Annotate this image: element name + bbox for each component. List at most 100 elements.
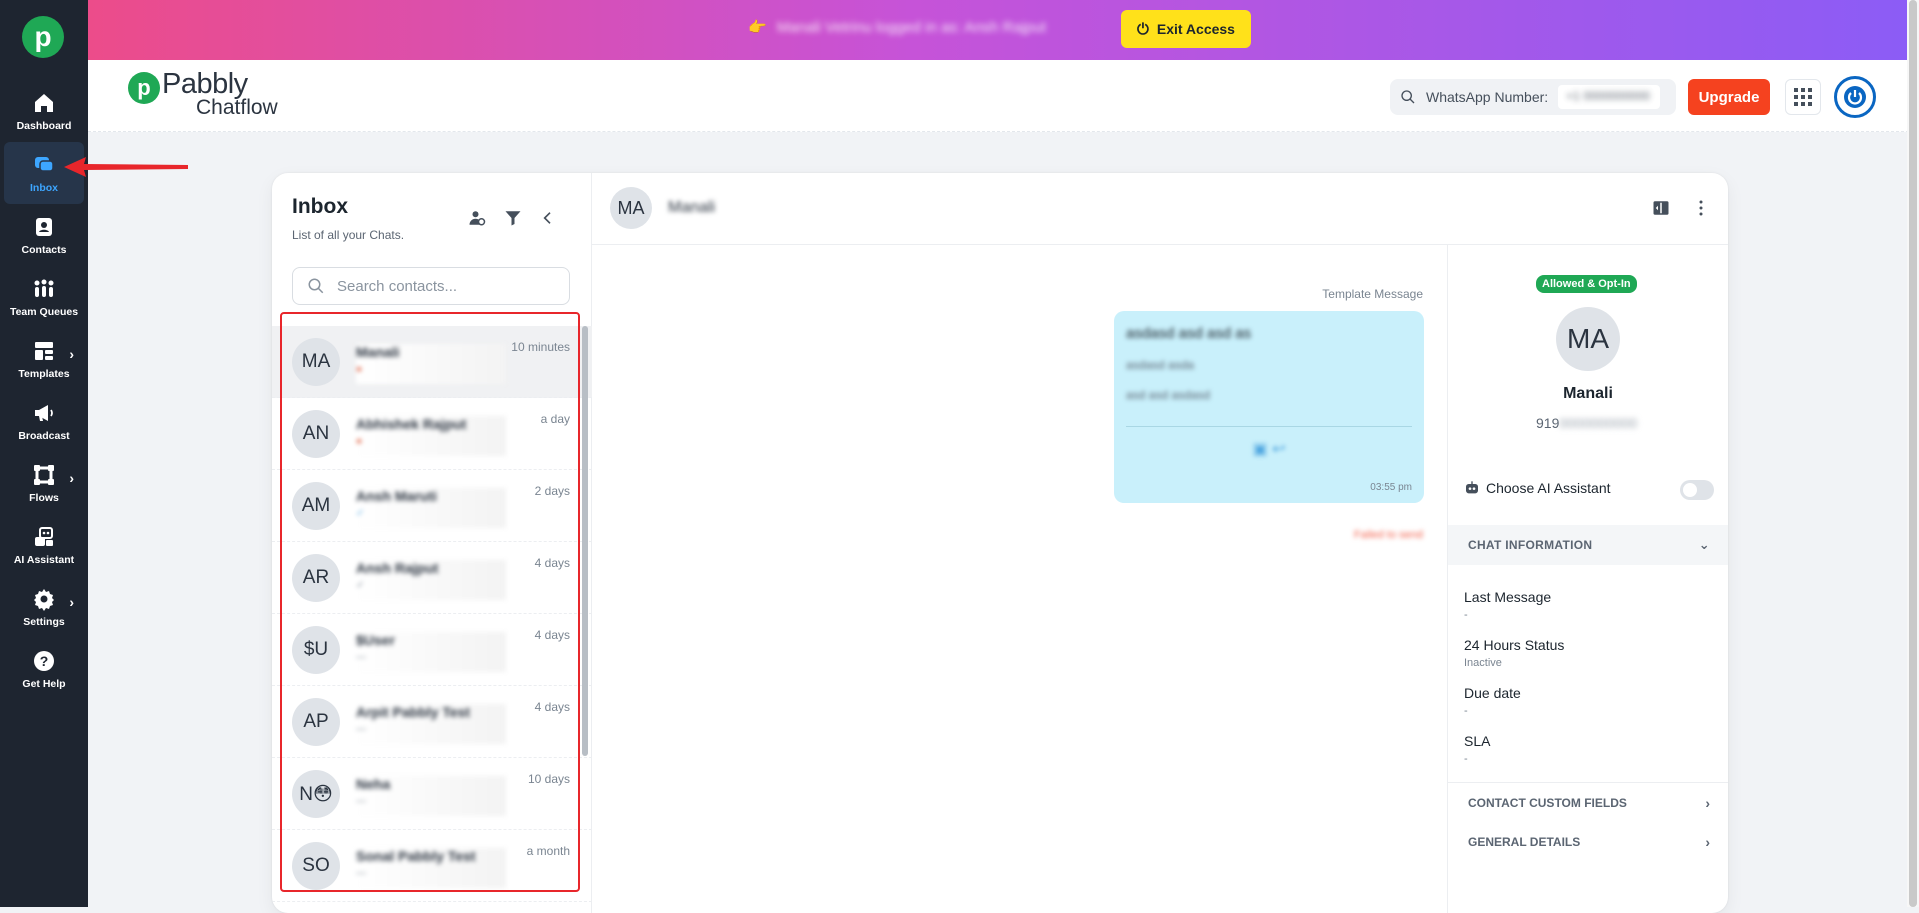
chat-information-header[interactable]: CHAT INFORMATION ⌄ [1448, 525, 1728, 565]
list-item[interactable]: AM Ansh Maruti ✓ 2 days [272, 470, 592, 542]
list-item[interactable]: SO Sonal Pabbly Test — a month [272, 830, 592, 902]
pabbly-logo-icon[interactable]: p [22, 16, 64, 58]
chat-name: $User [356, 632, 395, 648]
help-icon: ? [34, 650, 54, 671]
sidebar-item-label: Dashboard [16, 119, 72, 132]
sidebar-item-label: Flows [29, 491, 59, 504]
status-badge: Allowed & Opt-In [1536, 275, 1637, 293]
message-bubble[interactable]: asdasd asd asd as asdasd asda asd asd as… [1114, 311, 1424, 503]
assign-user-icon[interactable] [468, 209, 486, 227]
search-placeholder: Search contacts... [337, 277, 458, 295]
sidebar-item-broadcast[interactable]: Broadcast [0, 390, 88, 452]
chevron-right-icon: › [1705, 794, 1710, 811]
chat-preview: ✓ [356, 580, 365, 591]
inbox-subtitle: List of all your Chats. [292, 228, 405, 242]
list-item[interactable]: $U $User — 4 days [272, 614, 592, 686]
list-item[interactable]: AN Abhishek Rajput ● a day [272, 398, 592, 470]
upgrade-button[interactable]: Upgrade [1688, 79, 1770, 115]
chat-preview: ● [356, 436, 363, 447]
chat-header: MA Manali [592, 173, 1728, 245]
chat-name: Ansh Rajput [356, 560, 439, 576]
template-message-label: Template Message [1322, 287, 1423, 301]
gear-icon [34, 588, 54, 611]
inbox-card: Inbox List of all your Chats. Search con… [272, 173, 1728, 913]
impersonation-text: Manali Vetrinu logged in as: Ansh Rajput [776, 18, 1047, 36]
page-scrollbar[interactable] [1907, 0, 1919, 907]
inbox-panel: Inbox List of all your Chats. Search con… [272, 173, 592, 913]
filter-icon[interactable] [504, 209, 522, 227]
chat-preview: — [356, 796, 366, 807]
contact-custom-fields-header[interactable]: CONTACT CUSTOM FIELDS › [1448, 782, 1728, 822]
avatar: MA [1556, 307, 1620, 371]
avatar: MA [610, 187, 652, 229]
exit-access-button[interactable]: ⏻ Exit Access [1121, 10, 1251, 48]
sidebar-item-settings[interactable]: Settings › [0, 576, 88, 638]
chat-name: Sonal Pabbly Test [356, 848, 476, 864]
sidebar-item-ai-assistant[interactable]: AI Assistant [0, 514, 88, 576]
sidebar-item-flows[interactable]: Flows › [0, 452, 88, 514]
inbox-toolbar [468, 209, 556, 227]
sidebar-item-get-help[interactable]: ? Get Help [0, 638, 88, 700]
more-vertical-icon[interactable] [1692, 199, 1710, 217]
chevron-right-icon: › [1705, 834, 1710, 850]
sidebar-item-dashboard[interactable]: Dashboard [0, 80, 88, 142]
chevron-right-icon: › [69, 470, 74, 486]
page-scrollbar-thumb[interactable] [1909, 0, 1917, 907]
brand-logo[interactable]: p Pabbly Chatflow [128, 70, 278, 118]
sidebar-item-templates[interactable]: Templates › [0, 328, 88, 390]
chat-contact-name: Manali [668, 199, 716, 216]
template-icon [35, 341, 53, 360]
chat-time: 4 days [534, 700, 570, 714]
chat-preview: — [356, 652, 366, 663]
message-time: 03:55 pm [1370, 482, 1412, 493]
chat-list: MA Manali ● 10 minutes AN Abhishek Rajput… [272, 326, 592, 902]
chat-list-scrollbar[interactable] [582, 326, 588, 756]
inbox-title: Inbox [292, 195, 348, 218]
list-item[interactable]: N😳 Neha — 10 days [272, 758, 592, 830]
chevron-right-icon: › [69, 346, 74, 362]
search-icon [308, 278, 324, 294]
chevron-left-icon[interactable] [540, 210, 556, 226]
chat-name: Manali [356, 344, 400, 360]
info-24-hours-status: 24 Hours Status Inactive [1464, 637, 1565, 669]
sidebar-item-label: Contacts [21, 243, 67, 256]
info-due-date: Due date - [1464, 685, 1521, 717]
chevron-right-icon: › [69, 594, 74, 610]
info-sla: SLA - [1464, 733, 1491, 765]
chat-time: a month [526, 844, 570, 858]
megaphone-icon [35, 404, 53, 421]
avatar: AN [292, 410, 340, 458]
message-title: asdasd asd asd as [1126, 325, 1252, 342]
toggle-panel-icon[interactable] [1652, 199, 1670, 217]
search-contacts-input[interactable]: Search contacts... [292, 267, 570, 305]
sidebar-item-label: Templates [18, 367, 70, 380]
chat-time: 10 days [527, 772, 570, 786]
team-icon [34, 279, 54, 297]
list-item[interactable]: AP Arpit Pabbly Test — 4 days [272, 686, 592, 758]
impersonation-banner: 👉 Manali Vetrinu logged in as: Ansh Rajp… [88, 0, 1919, 60]
chat-header-tools [1652, 199, 1710, 217]
apps-grid-button[interactable] [1785, 79, 1821, 115]
ai-assistant-label: Choose AI Assistant [1486, 480, 1611, 496]
list-item[interactable]: AR Ansh Rajput ✓ 4 days [272, 542, 592, 614]
chat-time: 4 days [534, 556, 570, 570]
avatar: $U [292, 626, 340, 674]
chat-preview: — [356, 724, 366, 735]
sidebar-item-label: Get Help [22, 677, 66, 690]
general-details-header[interactable]: GENERAL DETAILS › [1448, 822, 1728, 862]
message-actions[interactable]: ▣ ↩ [1126, 439, 1412, 459]
home-icon [35, 93, 53, 112]
contact-profile-panel: Allowed & Opt-In MA Manali 9190000000000… [1448, 245, 1728, 913]
ai-assistant-toggle[interactable] [1680, 480, 1714, 500]
whatsapp-number-selector[interactable]: WhatsApp Number: +1 0000000000 [1390, 79, 1676, 115]
account-avatar[interactable] [1834, 76, 1876, 118]
brand-product: Chatflow [196, 96, 278, 119]
sidebar-item-team-queues[interactable]: Team Queues [0, 266, 88, 328]
chat-name: Ansh Maruti [356, 488, 437, 504]
profile-phone: 9190000000000 [1536, 415, 1638, 431]
sidebar-item-contacts[interactable]: Contacts [0, 204, 88, 266]
list-item[interactable]: MA Manali ● 10 minutes [272, 326, 592, 398]
sidebar-item-label: Settings [23, 615, 65, 628]
avatar: AM [292, 482, 340, 530]
chevron-down-icon: ⌄ [1698, 537, 1710, 552]
